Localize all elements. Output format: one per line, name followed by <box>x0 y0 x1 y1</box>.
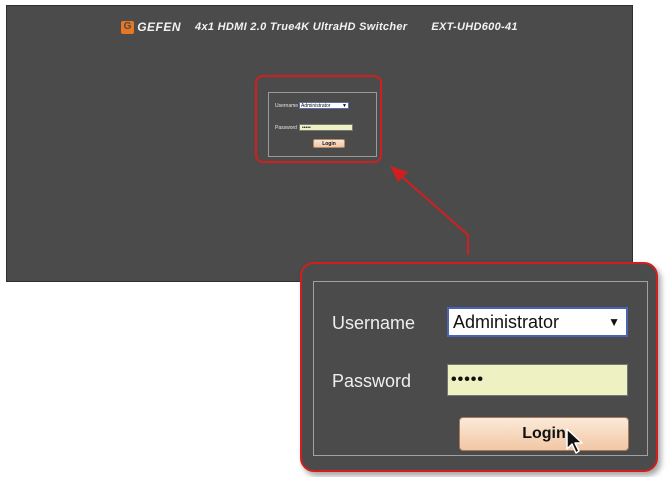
highlight-box-small <box>255 75 382 163</box>
login-form-zoomed: Username Administrator ▼ Password ••••• … <box>313 281 648 456</box>
password-value: ••••• <box>451 371 485 388</box>
product-name: 4x1 HDMI 2.0 True4K UltraHD Switcher <box>195 21 408 33</box>
brand-name: GEFEN <box>137 20 182 34</box>
login-button[interactable]: Login <box>459 417 629 451</box>
password-field[interactable]: ••••• <box>447 364 628 396</box>
zoomed-login-callout: Username Administrator ▼ Password ••••• … <box>300 262 658 472</box>
dropdown-arrow-icon: ▼ <box>608 315 620 329</box>
gefen-logo-icon: G <box>121 20 135 34</box>
password-label: Password <box>332 371 412 391</box>
page-header: G GEFEN 4x1 HDMI 2.0 True4K UltraHD Swit… <box>7 16 632 38</box>
username-label: Username <box>332 313 416 333</box>
username-value: Administrator <box>453 311 560 332</box>
gefen-logo: G GEFEN <box>121 20 181 34</box>
mouse-pointer-icon <box>566 428 583 454</box>
model-number: EXT-UHD600-41 <box>431 21 518 33</box>
username-select[interactable]: Administrator ▼ <box>447 307 628 337</box>
